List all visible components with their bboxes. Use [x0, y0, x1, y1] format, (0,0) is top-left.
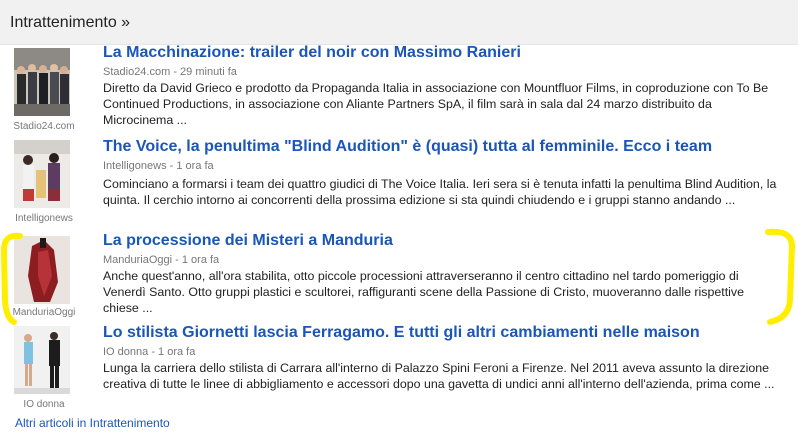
article-source: ManduriaOggi	[103, 254, 173, 266]
thumbnail-source-caption: IO donna	[23, 399, 65, 410]
article-item: IO donna Lo stilista Giornetti lascia Fe…	[0, 322, 798, 414]
article-snippet: Anche quest'anno, all'ora stabilita, ott…	[103, 269, 744, 315]
article-thumbnail[interactable]	[14, 140, 70, 208]
article-source-time: Intelligonews - 1 ora fa	[103, 160, 214, 172]
more-articles-link[interactable]: Altri articoli in Intrattenimento	[15, 416, 170, 430]
article-title-link[interactable]: The Voice, la penultima "Blind Audition"…	[103, 138, 712, 156]
thumbnail-source-caption: ManduriaOggi	[12, 307, 76, 318]
article-source-time: IO donna - 1 ora fa	[103, 346, 196, 358]
article-time: 1 ora fa	[176, 160, 214, 172]
article-snippet: Lunga la carriera dello stilista di Carr…	[103, 361, 775, 391]
article-item: Stadio24.com La Macchinazione: trailer d…	[0, 44, 798, 132]
article-item: Intelligonews The Voice, la penultima "B…	[0, 136, 798, 228]
article-time: 1 ora fa	[181, 254, 220, 266]
article-title-link[interactable]: La Macchinazione: trailer del noir con M…	[103, 44, 521, 62]
article-source-time: ManduriaOggi - 1 ora fa	[103, 254, 220, 266]
article-source: Stadio24.com	[103, 66, 171, 78]
article-thumbnail[interactable]	[14, 326, 70, 394]
article-item: ManduriaOggi La processione dei Misteri …	[0, 230, 798, 322]
article-title-link[interactable]: La processione dei Misteri a Manduria	[103, 232, 393, 250]
thumbnail-source-caption: Intelligonews	[15, 213, 73, 224]
article-source: Intelligonews	[103, 160, 167, 172]
article-time: 29 minuti fa	[180, 66, 237, 78]
article-title-link[interactable]: Lo stilista Giornetti lascia Ferragamo. …	[103, 324, 700, 342]
article-thumbnail[interactable]	[14, 48, 70, 116]
article-time: 1 ora fa	[158, 346, 196, 358]
article-thumbnail[interactable]	[14, 236, 70, 304]
article-snippet: Diretto da David Grieco e prodotto da Pr…	[103, 81, 769, 127]
article-source-time: Stadio24.com - 29 minuti fa	[103, 66, 237, 78]
article-source: IO donna	[103, 346, 149, 358]
thumbnail-source-caption: Stadio24.com	[13, 121, 75, 132]
section-title-link[interactable]: Intrattenimento »	[10, 14, 130, 32]
section-header: Intrattenimento »	[0, 0, 798, 45]
article-snippet: Cominciano a formarsi i team dei quattro…	[103, 177, 777, 207]
